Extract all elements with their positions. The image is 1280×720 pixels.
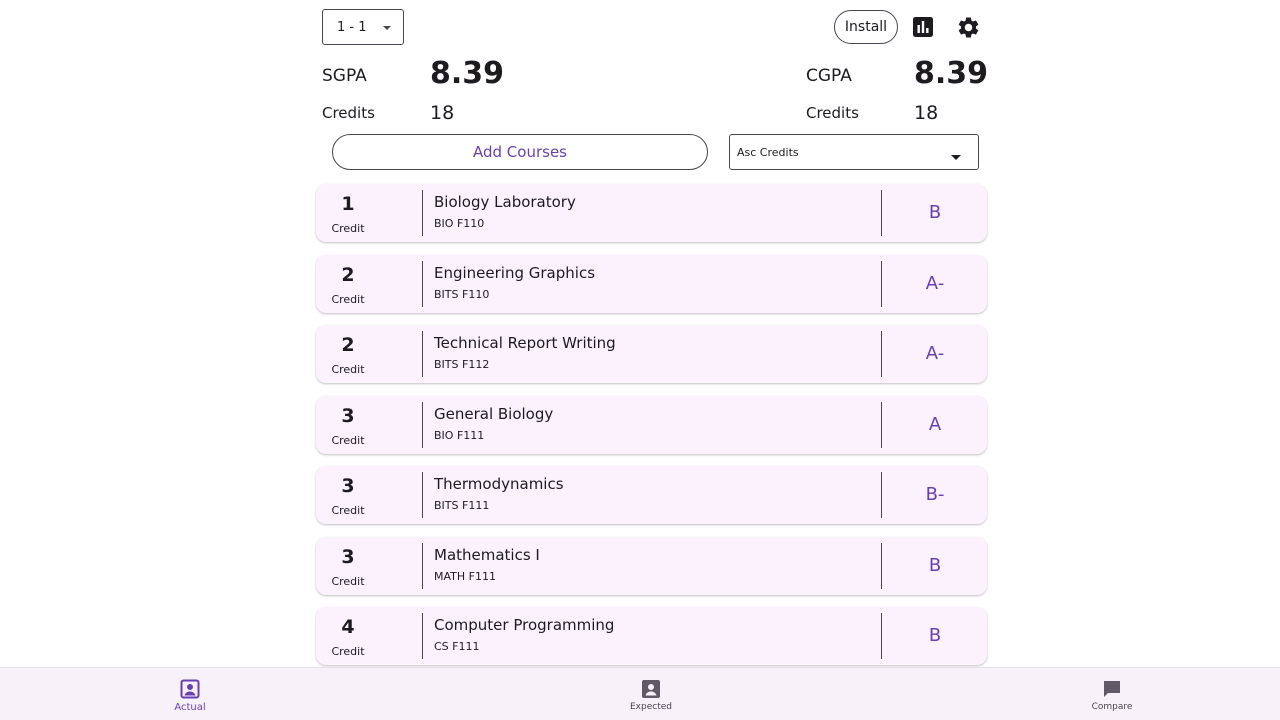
- course-name: Biology Laboratory: [434, 193, 576, 211]
- nav-label-actual: Actual: [174, 702, 206, 713]
- chevron-down-icon: [951, 155, 961, 160]
- course-card[interactable]: 2 Credit Technical Report Writing BITS F…: [316, 325, 987, 383]
- divider: [422, 401, 423, 448]
- sort-value: Asc Credits: [737, 146, 799, 159]
- sgpa-credits-label: Credits: [322, 104, 375, 122]
- course-card[interactable]: 3 Credit Thermodynamics BITS F111 B-: [316, 466, 987, 524]
- credit-count: 4: [341, 616, 355, 638]
- course-card[interactable]: 2 Credit Engineering Graphics BITS F110 …: [316, 254, 988, 313]
- comment-icon: [1104, 681, 1120, 697]
- course-grade[interactable]: B-: [882, 484, 988, 505]
- nav-tab-actual[interactable]: Actual: [130, 668, 250, 720]
- divider: [422, 190, 423, 236]
- nav-label-expected: Expected: [630, 702, 672, 712]
- course-grade[interactable]: B: [882, 202, 988, 223]
- course-grade[interactable]: A: [882, 414, 988, 435]
- course-name: Thermodynamics: [434, 475, 564, 493]
- course-grade[interactable]: B: [882, 555, 988, 576]
- course-grade[interactable]: A-: [882, 343, 988, 364]
- course-grade[interactable]: A-: [882, 273, 988, 294]
- credit-label: Credit: [331, 645, 365, 658]
- credit-label: Credit: [331, 504, 365, 517]
- course-code: BIO F111: [434, 428, 485, 442]
- add-courses-button[interactable]: Add Courses: [332, 134, 708, 170]
- semester-select[interactable]: 1 - 1: [322, 9, 404, 45]
- account-box-icon: [180, 679, 200, 699]
- course-card[interactable]: 3 Credit General Biology BIO F111 A: [316, 395, 988, 454]
- divider: [422, 331, 423, 377]
- app: 1 - 1 Install SGPA 8.39 Credits 18 CGPA …: [0, 0, 1280, 720]
- sgpa-credits-value: 18: [430, 102, 455, 124]
- nav-label-compare: Compare: [1091, 702, 1133, 712]
- credit-label: Credit: [331, 433, 365, 447]
- course-name: Engineering Graphics: [434, 263, 596, 282]
- bar-chart-icon[interactable]: [910, 14, 936, 40]
- course-name: Computer Programming: [434, 616, 615, 634]
- course-name: General Biology: [434, 404, 554, 423]
- sgpa-value: 8.39: [430, 56, 505, 91]
- credit-count: 1: [341, 193, 355, 215]
- account-box-icon: [642, 680, 660, 698]
- course-code: BITS F111: [434, 499, 490, 512]
- install-button[interactable]: Install: [834, 10, 898, 44]
- divider: [422, 260, 423, 307]
- divider: [422, 472, 423, 518]
- cgpa-credits-label: Credits: [806, 104, 859, 122]
- semester-value: 1 - 1: [337, 19, 367, 35]
- course-code: CS F111: [434, 640, 480, 653]
- divider: [422, 613, 423, 659]
- credit-count: 3: [341, 404, 355, 427]
- credit-count: 3: [341, 545, 355, 568]
- course-code: BITS F112: [434, 358, 490, 371]
- sgpa-label: SGPA: [322, 66, 367, 86]
- divider: [422, 542, 423, 589]
- credit-label: Credit: [331, 292, 365, 306]
- sort-select[interactable]: Asc Credits: [729, 134, 979, 170]
- cgpa-label: CGPA: [806, 66, 852, 86]
- nav-tab-expected[interactable]: Expected: [591, 668, 711, 720]
- credit-label: Credit: [331, 222, 365, 235]
- course-list: 1 Credit Biology Laboratory BIO F110 B 2…: [316, 184, 987, 678]
- credit-count: 3: [341, 475, 355, 497]
- credit-count: 2: [341, 334, 355, 356]
- credit-label: Credit: [331, 363, 365, 376]
- course-card[interactable]: 4 Credit Computer Programming CS F111 B: [316, 607, 987, 665]
- bottom-nav: Actual Expected Compare: [0, 667, 1280, 720]
- nav-tab-compare[interactable]: Compare: [1052, 668, 1172, 720]
- course-name: Mathematics I: [434, 545, 540, 564]
- course-grade[interactable]: B: [882, 625, 988, 646]
- gear-icon[interactable]: [955, 14, 981, 40]
- credit-count: 2: [341, 263, 355, 286]
- cgpa-credits-value: 18: [914, 102, 939, 124]
- course-code: MATH F111: [434, 569, 496, 583]
- course-card[interactable]: 3 Credit Mathematics I MATH F111 B: [316, 536, 988, 595]
- course-code: BITS F110: [434, 287, 490, 301]
- course-name: Technical Report Writing: [434, 334, 616, 352]
- cgpa-value: 8.39: [914, 56, 989, 91]
- credit-label: Credit: [331, 574, 365, 588]
- chevron-down-icon: [383, 26, 391, 30]
- course-code: BIO F110: [434, 217, 485, 230]
- course-card[interactable]: 1 Credit Biology Laboratory BIO F110 B: [316, 184, 987, 242]
